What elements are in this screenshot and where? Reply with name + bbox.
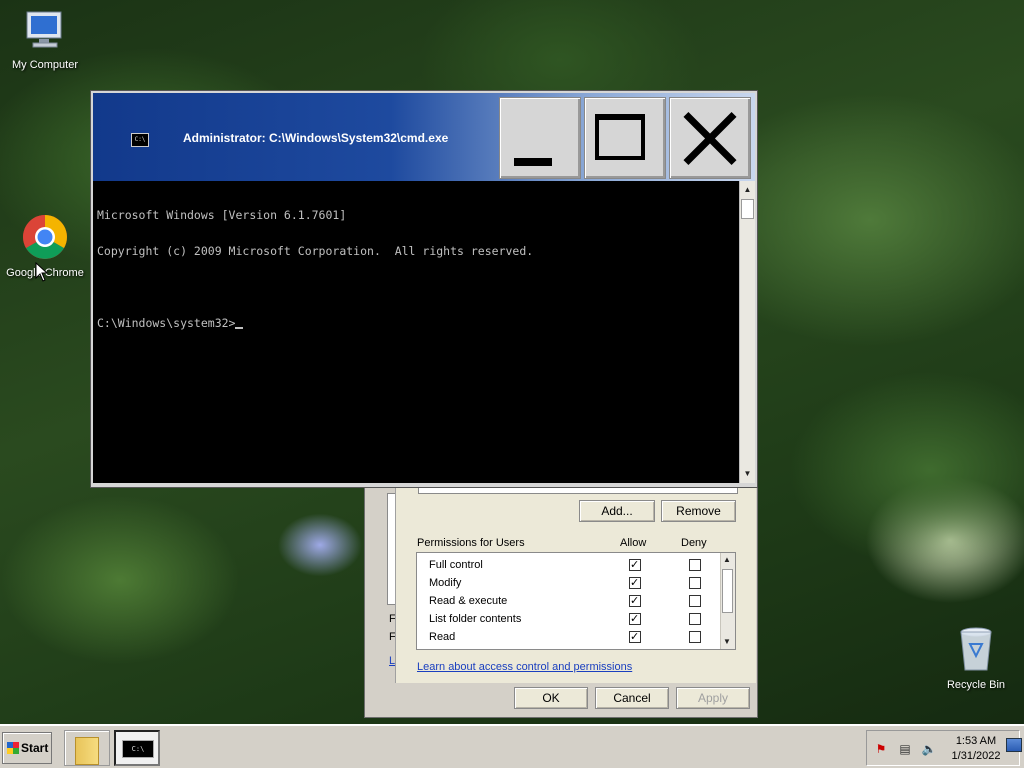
apply-button[interactable]: Apply: [676, 687, 750, 709]
taskbar-explorer-button[interactable]: [64, 730, 110, 766]
cmd-titlebar[interactable]: C:\ Administrator: C:\Windows\System32\c…: [93, 93, 755, 181]
system-tray: ⚑ ▤ 🔈 1:53 AM 1/31/2022: [866, 730, 1020, 766]
window-title: Administrator: C:\Windows\System32\cmd.e…: [183, 131, 449, 145]
desktop-icon-my-computer[interactable]: My Computer: [3, 10, 87, 71]
deny-checkbox[interactable]: [689, 613, 701, 625]
cmd-app-icon[interactable]: C:\: [131, 133, 149, 147]
deny-checkbox[interactable]: [689, 577, 701, 589]
minimize-button[interactable]: [499, 97, 581, 179]
add-button-label: Add...: [601, 504, 633, 518]
permission-row: Modify: [429, 574, 729, 592]
start-button[interactable]: Start: [2, 732, 52, 764]
permission-name: Read: [429, 631, 456, 643]
scroll-thumb[interactable]: [722, 569, 733, 613]
start-label: Start: [21, 741, 49, 755]
clock-time: 1:53 AM: [955, 735, 997, 747]
remove-button-label: Remove: [676, 504, 721, 518]
permissions-scrollbar[interactable]: ▲ ▼: [720, 553, 735, 649]
scroll-down-icon[interactable]: ▼: [741, 467, 754, 481]
network-icon[interactable]: ▤: [897, 741, 913, 757]
maximize-button[interactable]: [584, 97, 666, 179]
console-line: Microsoft Windows [Version 6.1.7601]: [97, 208, 347, 222]
desktop-icon-label: My Computer: [11, 59, 79, 71]
recycle-bin-icon: [960, 627, 992, 671]
clock-date: 1/31/2022: [951, 750, 1001, 762]
cancel-button[interactable]: Cancel: [595, 687, 669, 709]
allow-column-header: Allow: [620, 537, 647, 549]
learn-permissions-link[interactable]: Learn about access control and permissio…: [417, 661, 632, 673]
remove-button[interactable]: Remove: [661, 500, 736, 522]
permission-row: Read: [429, 628, 729, 646]
allow-checkbox[interactable]: [629, 574, 641, 592]
console-prompt: C:\Windows\system32>: [97, 316, 236, 330]
action-center-icon[interactable]: ⚑: [873, 741, 889, 757]
principals-list-bottom-edge: [418, 487, 738, 494]
permission-name: Full control: [429, 559, 483, 571]
scroll-down-icon[interactable]: ▼: [723, 637, 731, 646]
permissions-list: Full control Modify Read & execute List …: [416, 552, 736, 650]
desktop-icon-recycle-bin[interactable]: Recycle Bin: [934, 626, 1018, 691]
desktop-icon-label: Recycle Bin: [946, 679, 1006, 691]
folder-icon: [75, 737, 99, 765]
close-button[interactable]: [669, 97, 751, 179]
add-button[interactable]: Add...: [579, 500, 655, 522]
permission-row: Full control: [429, 556, 729, 574]
mouse-pointer-icon: [35, 262, 47, 282]
apply-button-label: Apply: [697, 691, 729, 705]
cmd-icon: C:\: [122, 740, 154, 758]
cancel-button-label: Cancel: [613, 691, 651, 705]
allow-checkbox[interactable]: [629, 628, 641, 646]
taskbar-cmd-button[interactable]: C:\: [114, 730, 160, 766]
chrome-icon: [23, 215, 67, 259]
deny-checkbox[interactable]: [689, 631, 701, 643]
permissions-for-label: Permissions for Users: [417, 537, 525, 549]
deny-checkbox[interactable]: [689, 595, 701, 607]
deny-checkbox[interactable]: [689, 559, 701, 571]
computer-icon: [26, 11, 62, 48]
show-desktop-button[interactable]: [1006, 738, 1022, 752]
deny-column-header: Deny: [681, 537, 707, 549]
cmd-scrollbar[interactable]: ▲ ▼: [739, 181, 755, 483]
allow-checkbox[interactable]: [629, 592, 641, 610]
allow-checkbox[interactable]: [629, 610, 641, 628]
permission-row: List folder contents: [429, 610, 729, 628]
clock[interactable]: 1:53 AM 1/31/2022: [945, 734, 1007, 764]
scroll-up-icon[interactable]: ▲: [741, 183, 754, 197]
console-line: Copyright (c) 2009 Microsoft Corporation…: [97, 244, 534, 258]
text-cursor: [235, 327, 244, 329]
permission-name: List folder contents: [429, 613, 522, 625]
permission-name: Modify: [429, 577, 462, 589]
allow-checkbox[interactable]: [629, 556, 641, 574]
ok-button-label: OK: [542, 691, 560, 705]
permission-name: Read & execute: [429, 595, 508, 607]
permission-row: Read & execute: [429, 592, 729, 610]
console-prompt-line: C:\Windows\system32>: [97, 317, 735, 329]
scroll-thumb[interactable]: [741, 199, 754, 219]
taskbar: Start C:\ ⚑ ▤ 🔈 1:53 AM 1/31/2022: [0, 724, 1024, 768]
volume-icon[interactable]: 🔈: [921, 741, 937, 757]
scroll-up-icon[interactable]: ▲: [723, 555, 731, 564]
cmd-window: C:\ Administrator: C:\Windows\System32\c…: [90, 90, 758, 488]
windows-flag-icon: [7, 742, 19, 754]
console-output[interactable]: Microsoft Windows [Version 6.1.7601] Cop…: [93, 181, 739, 483]
ok-button[interactable]: OK: [514, 687, 588, 709]
